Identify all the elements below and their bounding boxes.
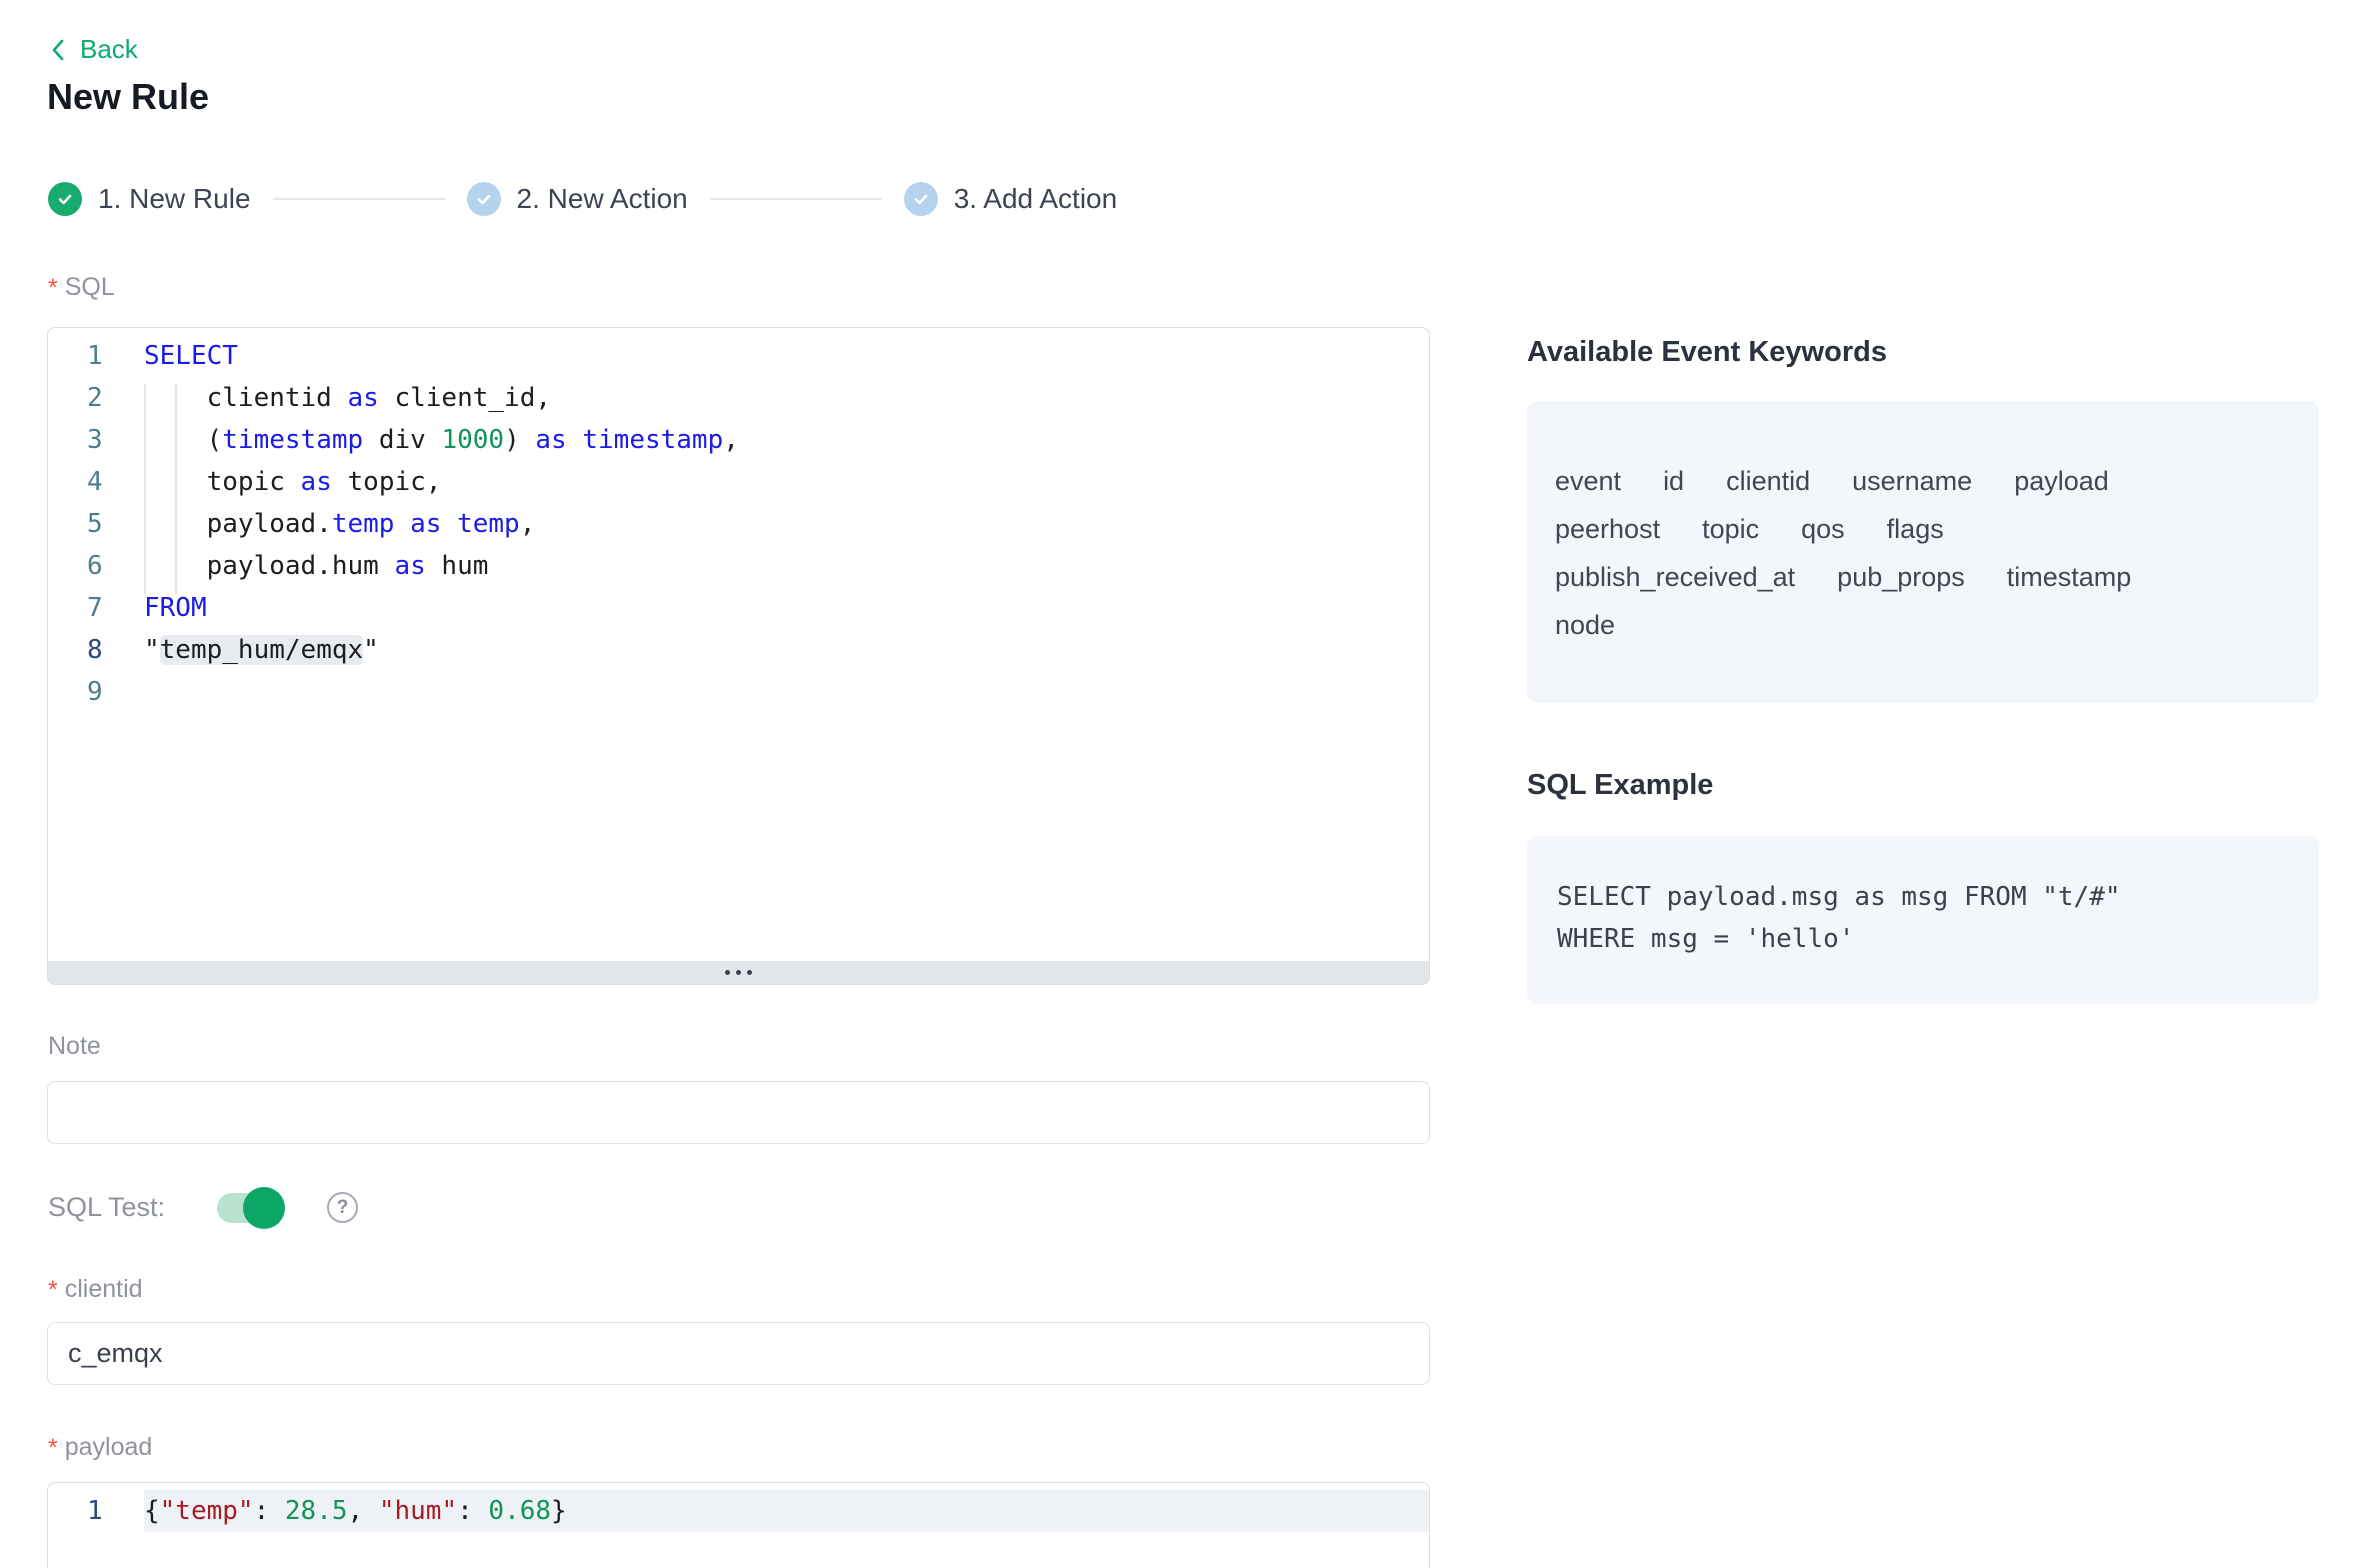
- keyword-item: event: [1555, 457, 1621, 505]
- required-asterisk: *: [48, 1275, 58, 1305]
- step-item-3: 3. Add Action: [904, 182, 1117, 216]
- payload-label: * payload: [48, 1433, 152, 1463]
- line-number: 3: [48, 419, 144, 461]
- code-line[interactable]: 9: [48, 671, 1429, 713]
- sql-example-line: SELECT payload.msg as msg FROM "t/#": [1557, 876, 2289, 918]
- steps-bar: 1. New Rule 2. New Action 3. Add Action: [48, 182, 1117, 216]
- keyword-item: qos: [1801, 505, 1845, 553]
- keyword-row: publish_received_at pub_props timestamp: [1555, 553, 2291, 601]
- indent-guide: [144, 384, 146, 594]
- line-number: 2: [48, 377, 144, 419]
- keyword-item: publish_received_at: [1555, 553, 1795, 601]
- sql-editor[interactable]: 1SELECT2 clientid as client_id,3 (timest…: [47, 327, 1430, 985]
- required-asterisk: *: [48, 273, 58, 303]
- step-connector: [273, 198, 445, 200]
- line-number: 5: [48, 503, 144, 545]
- sql-test-row: SQL Test: ?: [48, 1192, 358, 1223]
- sql-example-line: WHERE msg = 'hello': [1557, 918, 2289, 960]
- keyword-row: node: [1555, 601, 2291, 649]
- sql-test-label: SQL Test:: [48, 1192, 165, 1223]
- sql-example-title: SQL Example: [1527, 769, 2319, 802]
- new-rule-page: Back New Rule 1. New Rule 2. New Action …: [0, 0, 2356, 1568]
- line-number: 4: [48, 461, 144, 503]
- code-line[interactable]: 1{"temp": 28.5, "hum": 0.68}: [48, 1490, 1429, 1532]
- keyword-item: topic: [1702, 505, 1759, 553]
- clientid-label: * clientid: [48, 1275, 143, 1305]
- indent-guide: [175, 384, 177, 594]
- line-number: 1: [48, 1490, 144, 1532]
- code-line[interactable]: 5 payload.temp as temp,: [48, 503, 1429, 545]
- keyword-item: clientid: [1726, 457, 1810, 505]
- keywords-title: Available Event Keywords: [1527, 336, 2319, 369]
- back-link[interactable]: Back: [48, 34, 138, 65]
- toggle-knob: [243, 1187, 285, 1229]
- keyword-row: peerhost topic qos flags: [1555, 505, 2291, 553]
- keyword-item: flags: [1887, 505, 1944, 553]
- step-2-check-icon: [467, 182, 501, 216]
- sql-label: * SQL: [48, 273, 115, 303]
- step-2-label: 2. New Action: [517, 183, 688, 215]
- step-3-check-icon: [904, 182, 938, 216]
- code-line[interactable]: 3 (timestamp div 1000) as timestamp,: [48, 419, 1429, 461]
- step-1-label: 1. New Rule: [98, 183, 251, 215]
- right-column: Available Event Keywords eventid clientid…: [1527, 336, 2319, 1004]
- step-item-1: 1. New Rule: [48, 182, 251, 216]
- step-1-check-icon: [48, 182, 82, 216]
- code-line[interactable]: 8"temp_hum/emqx": [48, 629, 1429, 671]
- page-title: New Rule: [47, 76, 209, 118]
- required-asterisk: *: [48, 1433, 58, 1463]
- keyword-item: pub_props: [1837, 553, 1965, 601]
- code-line[interactable]: 6 payload.hum as hum: [48, 545, 1429, 587]
- note-input[interactable]: [47, 1081, 1430, 1144]
- note-label: Note: [48, 1032, 101, 1061]
- chevron-left-icon: [48, 37, 70, 63]
- step-connector: [710, 198, 882, 200]
- payload-editor[interactable]: 1{"temp": 28.5, "hum": 0.68}: [47, 1482, 1430, 1568]
- code-line[interactable]: 7FROM: [48, 587, 1429, 629]
- sql-code-body[interactable]: 1SELECT2 clientid as client_id,3 (timest…: [48, 328, 1429, 713]
- code-line[interactable]: 4 topic as topic,: [48, 461, 1429, 503]
- line-number: 7: [48, 587, 144, 629]
- keyword-item: peerhost: [1555, 505, 1660, 553]
- step-item-2: 2. New Action: [467, 182, 688, 216]
- line-number: 1: [48, 335, 144, 377]
- keyword-item: timestamp: [2007, 553, 2132, 601]
- code-line[interactable]: 1SELECT: [48, 335, 1429, 377]
- keyword-item: node: [1555, 601, 1615, 649]
- help-icon[interactable]: ?: [327, 1192, 358, 1223]
- payload-code-body[interactable]: 1{"temp": 28.5, "hum": 0.68}: [48, 1483, 1429, 1532]
- keyword-item: payload: [2014, 457, 2109, 505]
- clientid-input[interactable]: [47, 1322, 1430, 1385]
- keyword-item: id: [1663, 457, 1684, 505]
- ellipsis-icon: [725, 970, 752, 975]
- sql-example-panel: SELECT payload.msg as msg FROM "t/#"WHER…: [1527, 836, 2319, 1004]
- keyword-row: eventid clientid username payload: [1555, 457, 2291, 505]
- line-number: 6: [48, 545, 144, 587]
- sql-editor-resize-handle[interactable]: [48, 961, 1429, 984]
- line-number: 9: [48, 671, 144, 713]
- code-line[interactable]: 2 clientid as client_id,: [48, 377, 1429, 419]
- back-label: Back: [80, 34, 138, 65]
- sql-test-toggle[interactable]: [217, 1193, 283, 1223]
- keywords-panel: eventid clientid username payload peerhost to…: [1527, 401, 2319, 703]
- line-number: 8: [48, 629, 144, 671]
- keyword-item: username: [1852, 457, 1972, 505]
- step-3-label: 3. Add Action: [954, 183, 1117, 215]
